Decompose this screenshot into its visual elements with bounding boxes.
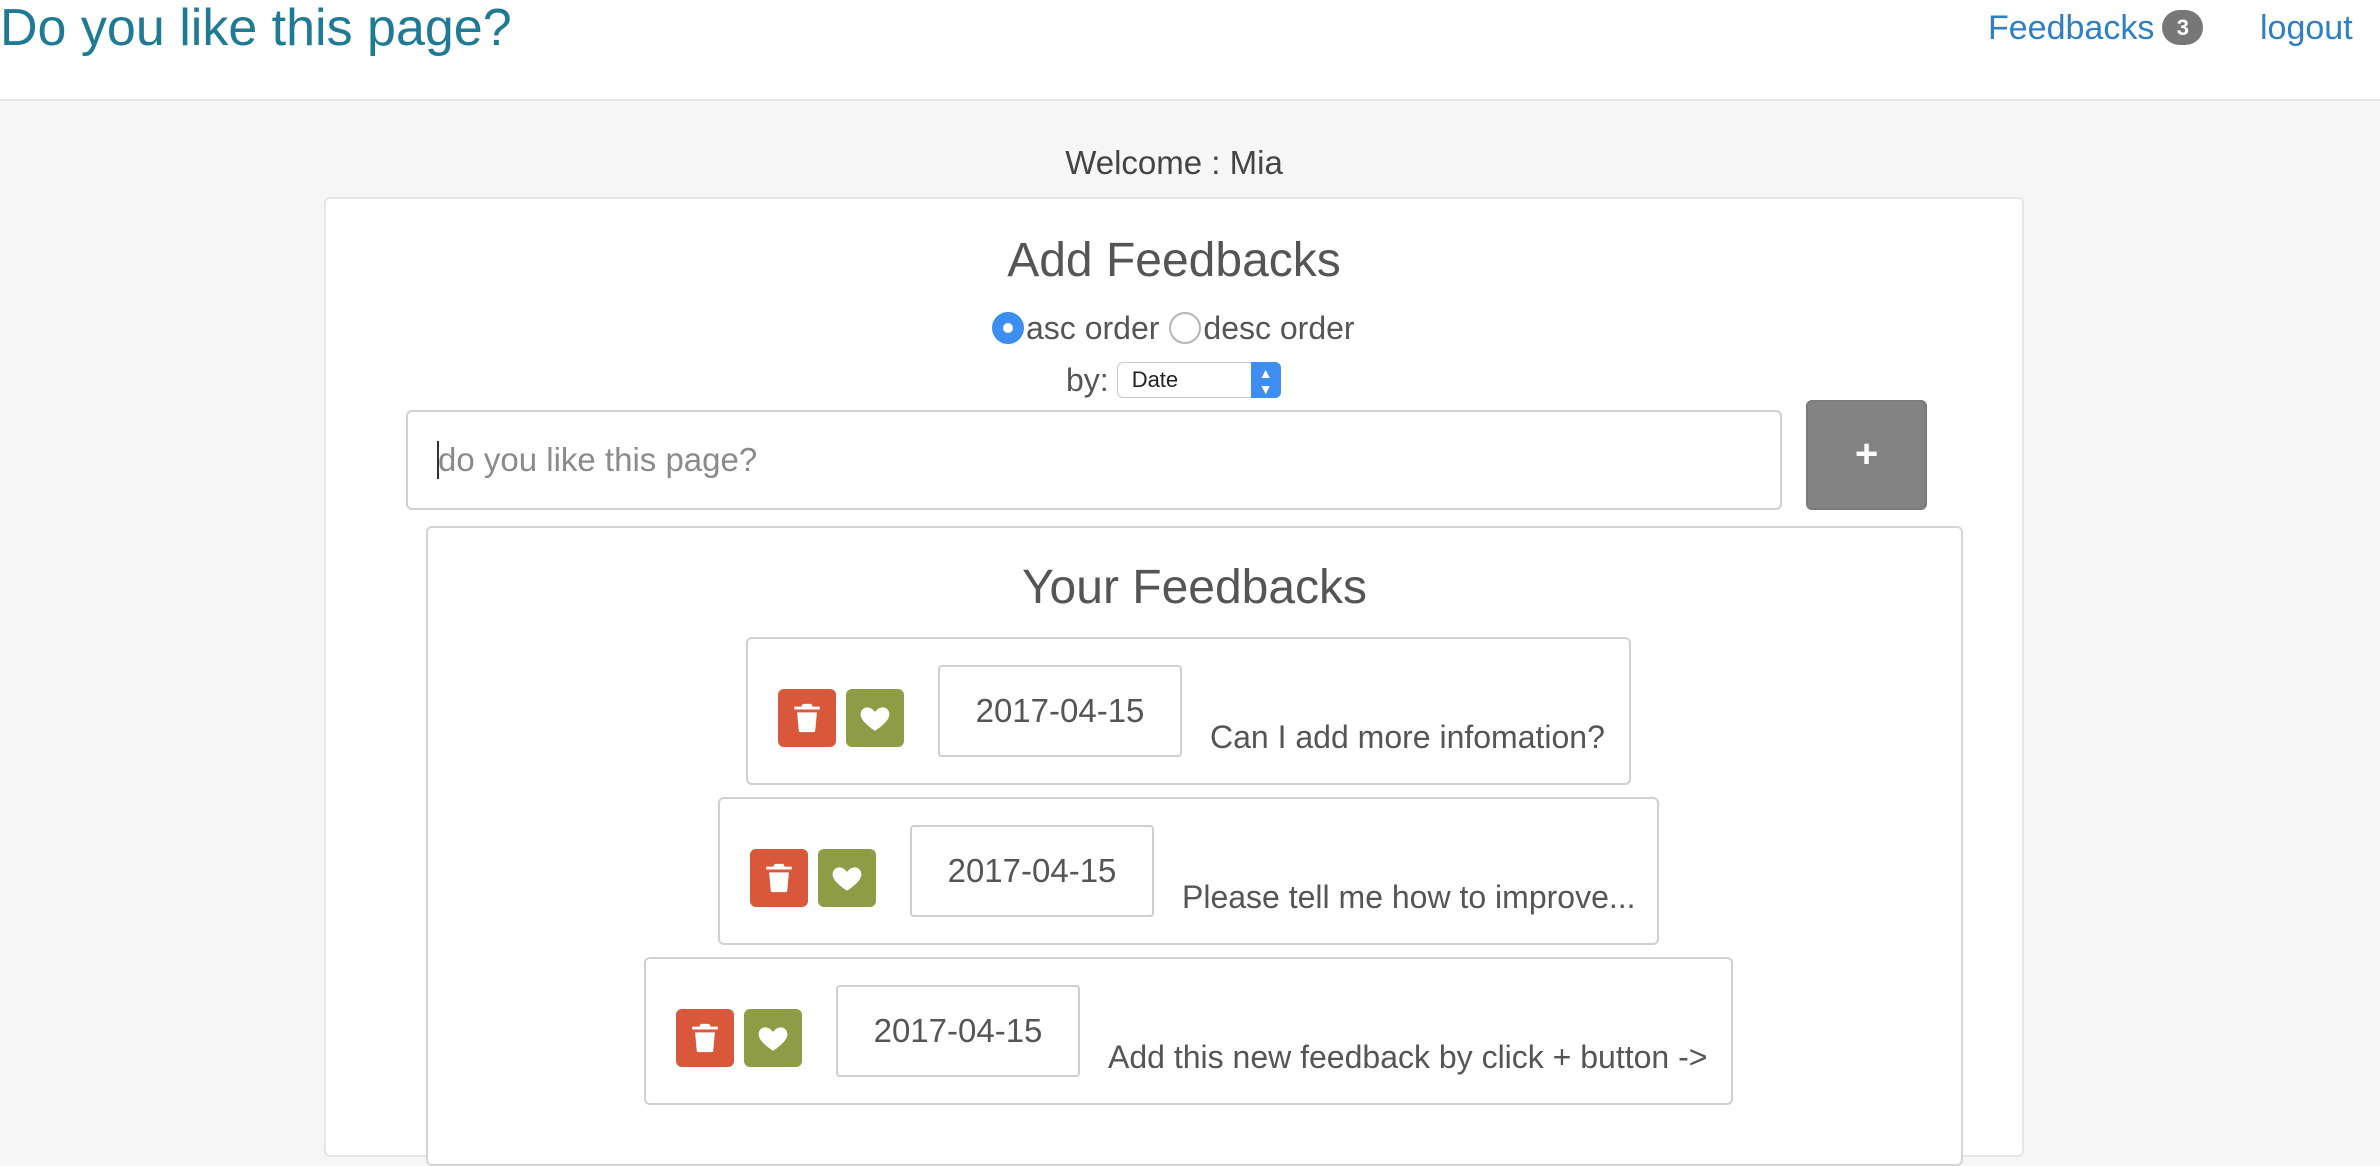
feedback-date[interactable]: 2017-04-15 [836, 985, 1080, 1077]
brand-title[interactable]: Do you like this page? [0, 0, 512, 60]
feedback-text: Add this new feedback by click + button … [1108, 1039, 1708, 1075]
logout-link[interactable]: logout [2260, 0, 2353, 60]
sort-by-row: by: Date ▲ ▼ [1066, 360, 1281, 400]
nav-feedbacks-label: Feedbacks [1988, 9, 2155, 47]
feedback-date[interactable]: 2017-04-15 [910, 825, 1154, 917]
sort-by-value: Date [1131, 367, 1179, 392]
feedbacks-count-badge: 3 [2162, 9, 2204, 45]
asc-order-radio[interactable] [992, 312, 1024, 344]
delete-button[interactable] [750, 849, 808, 907]
asc-order-label[interactable]: asc order [1026, 310, 1159, 347]
heart-icon [832, 867, 862, 891]
sort-by-label: by: [1066, 361, 1109, 398]
order-radio-group: asc order desc order [992, 308, 1355, 348]
feedback-item: 2017-04-15 Can I add more infomation? [746, 637, 1631, 785]
like-button[interactable] [846, 689, 904, 747]
trash-icon [794, 703, 820, 733]
feedback-text: Can I add more infomation? [1210, 719, 1605, 755]
feedback-input[interactable] [406, 410, 1782, 510]
heart-icon [860, 707, 890, 731]
trash-icon [692, 1023, 718, 1053]
trash-icon [766, 863, 792, 893]
navbar: Do you like this page? Feedbacks 3 logout [0, 0, 2380, 101]
feedback-item: 2017-04-15 Please tell me how to improve… [718, 797, 1659, 945]
like-button[interactable] [818, 849, 876, 907]
feedback-item: 2017-04-15 Add this new feedback by clic… [644, 957, 1733, 1105]
welcome-text: Welcome : Mia [1065, 144, 1283, 181]
add-feedbacks-title: Add Feedbacks [1007, 234, 1341, 287]
sort-by-select[interactable]: Date ▲ ▼ [1116, 362, 1281, 398]
desc-order-radio[interactable] [1169, 312, 1202, 344]
heart-icon [758, 1027, 788, 1051]
select-updown-icon: ▲ ▼ [1250, 362, 1281, 398]
like-button[interactable] [744, 1009, 802, 1067]
desc-order-label[interactable]: desc order [1203, 310, 1354, 347]
feedback-text: Please tell me how to improve... [1182, 879, 1636, 915]
feedback-date[interactable]: 2017-04-15 [938, 665, 1182, 757]
add-feedback-button[interactable]: + [1806, 400, 1927, 510]
text-caret [437, 441, 439, 479]
delete-button[interactable] [676, 1009, 734, 1067]
nav-feedbacks-link[interactable]: Feedbacks 3 [1988, 0, 2204, 60]
your-feedbacks-title: Your Feedbacks [1021, 561, 1368, 614]
delete-button[interactable] [778, 689, 836, 747]
